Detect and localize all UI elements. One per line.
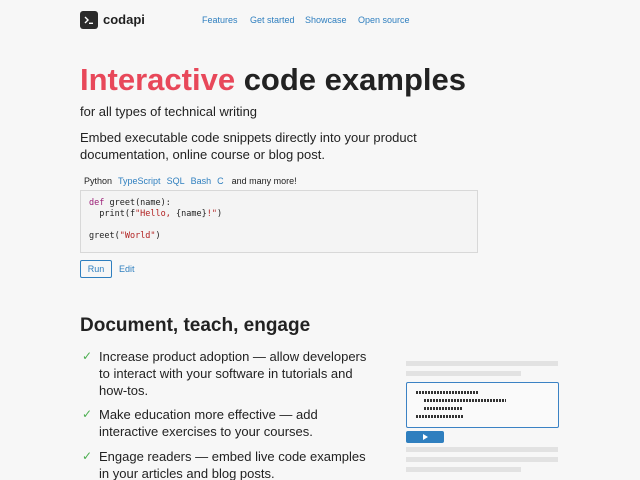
logo-text[interactable]: codapi [103, 11, 145, 29]
code-editor[interactable]: def greet(name): print(f"Hello, {name}!"… [80, 190, 478, 253]
code-placeholder-line [416, 415, 464, 418]
nav-showcase[interactable]: Showcase [305, 15, 347, 26]
more-languages-label: and many more! [231, 176, 297, 186]
subtitle: for all types of technical writing [80, 104, 258, 119]
code-placeholder-box [406, 382, 559, 428]
feature-text: Engage readers — embed live code example… [99, 449, 366, 480]
code-placeholder-line [416, 391, 478, 394]
feature-text: Increase product adoption — allow develo… [99, 349, 367, 398]
code-placeholder-line [424, 407, 462, 410]
tab-python[interactable]: Python [84, 176, 112, 187]
code-line: greet("World") [89, 231, 161, 241]
illustration-run-button [406, 431, 444, 443]
check-icon: ✓ [82, 449, 93, 463]
check-icon: ✓ [82, 349, 93, 363]
embed-illustration [406, 360, 560, 480]
text-placeholder-bar [406, 371, 521, 376]
tab-sql[interactable]: SQL [167, 176, 185, 187]
text-placeholder-bar [406, 467, 521, 472]
tab-c[interactable]: C [217, 176, 224, 187]
code-line: def greet(name): [89, 198, 171, 208]
nav-features[interactable]: Features [202, 15, 238, 26]
text-placeholder-bar [406, 457, 558, 462]
feature-text: Make education more effective — add inte… [99, 407, 318, 439]
nav-get-started[interactable]: Get started [250, 15, 295, 26]
tab-bash[interactable]: Bash [191, 176, 212, 187]
edit-link[interactable]: Edit [119, 264, 135, 275]
text-placeholder-bar [406, 361, 558, 366]
tab-typescript[interactable]: TypeScript [118, 176, 161, 187]
section-title: Document, teach, engage [80, 315, 311, 336]
code-placeholder-line [424, 399, 506, 402]
play-icon [423, 434, 428, 440]
title-accent: Interactive [80, 62, 236, 97]
page-title: Interactive code examples [80, 62, 466, 98]
text-placeholder-bar [406, 447, 558, 452]
language-tabs: Python TypeScript SQL Bash Cand many more! [84, 176, 297, 187]
nav-open-source[interactable]: Open source [358, 15, 410, 26]
run-button[interactable]: Run [80, 260, 112, 278]
terminal-prompt-icon [84, 16, 93, 25]
logo-icon[interactable] [80, 11, 98, 29]
check-icon: ✓ [82, 407, 93, 421]
title-rest: code examples [235, 62, 466, 97]
code-line: print(f"Hello, {name}!") [89, 209, 223, 219]
embed-description: Embed executable code snippets directly … [80, 130, 417, 162]
